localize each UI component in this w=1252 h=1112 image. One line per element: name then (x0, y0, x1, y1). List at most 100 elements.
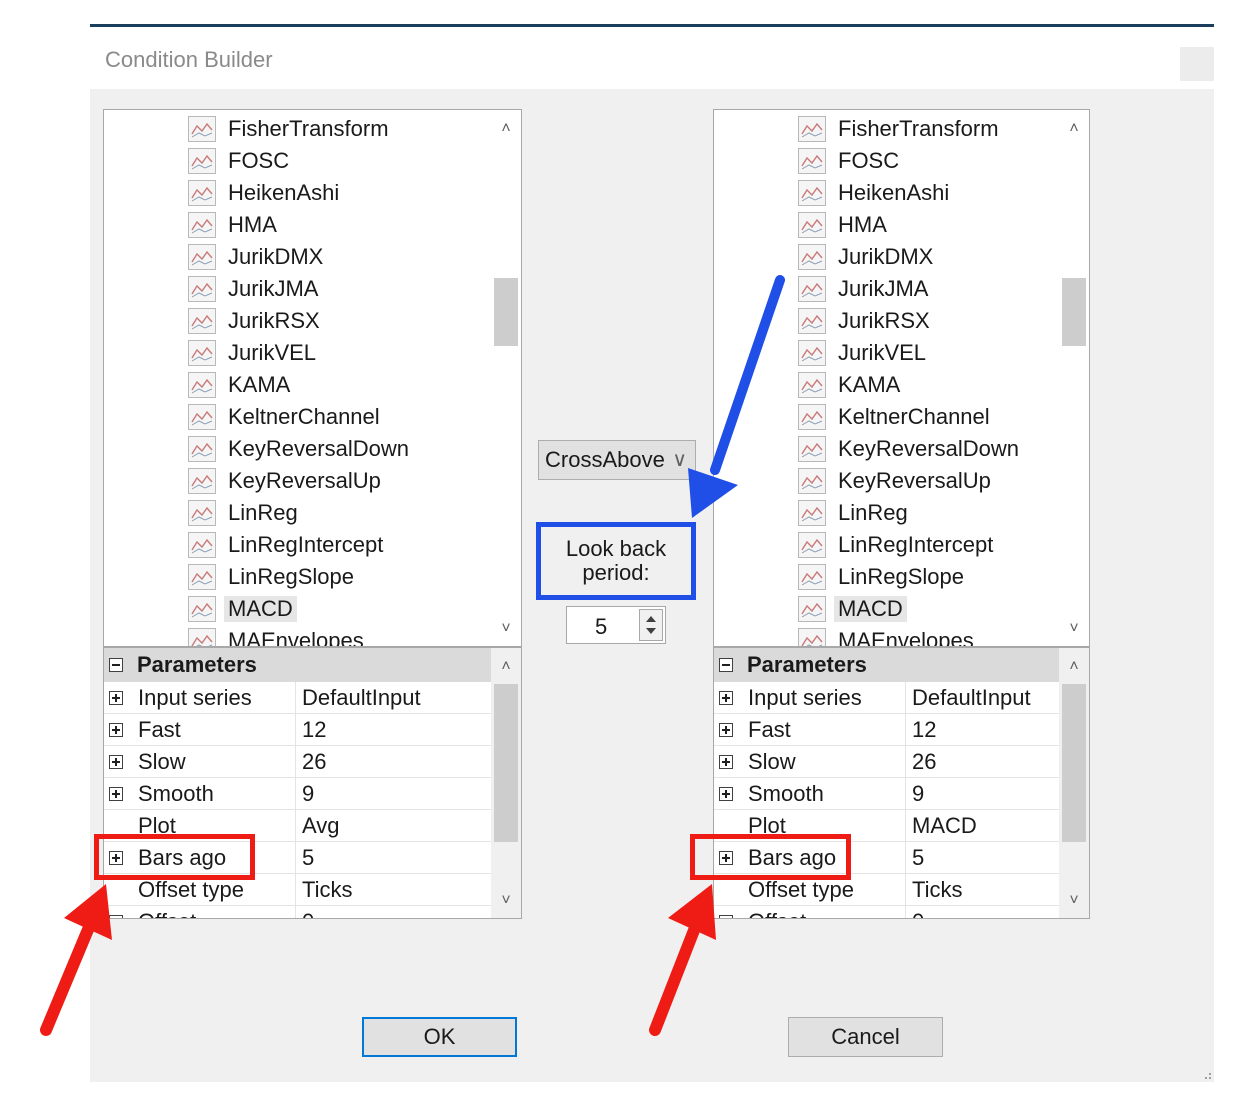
condition-dropdown[interactable]: CrossAbove ∨ (538, 440, 696, 480)
parameter-value[interactable]: DefaultInput (906, 685, 1031, 711)
left-list-scrollbar[interactable]: ˄ ˅ (491, 110, 521, 646)
parameter-row[interactable]: Input series DefaultInput (714, 682, 1059, 714)
parameter-row[interactable]: Smooth 9 (714, 778, 1059, 810)
parameter-row[interactable]: Slow 26 (104, 746, 491, 778)
scroll-thumb[interactable] (1062, 278, 1086, 346)
parameter-value[interactable]: Avg (296, 813, 340, 839)
indicator-item[interactable]: HeikenAshi (188, 178, 339, 208)
indicator-item[interactable]: HMA (798, 210, 887, 240)
indicator-item[interactable]: LinReg (798, 498, 908, 528)
indicator-item[interactable]: FOSC (188, 146, 289, 176)
parameter-row[interactable]: Offset0 (714, 906, 1059, 919)
parameter-row[interactable]: Slow 26 (714, 746, 1059, 778)
scroll-up-arrow-icon[interactable]: ˄ (1059, 652, 1089, 682)
parameter-value[interactable]: 12 (296, 717, 326, 743)
indicator-item[interactable]: LinRegSlope (798, 562, 964, 592)
cancel-button[interactable]: Cancel (788, 1017, 943, 1057)
parameter-value[interactable]: Ticks (296, 877, 353, 903)
close-button[interactable] (1180, 47, 1214, 81)
indicator-item[interactable]: JurikRSX (188, 306, 320, 336)
indicator-item[interactable]: LinRegSlope (188, 562, 354, 592)
indicator-item[interactable]: JurikDMX (188, 242, 323, 272)
scroll-up-arrow-icon[interactable]: ˄ (1059, 114, 1089, 144)
indicator-item[interactable]: MACD (798, 594, 907, 624)
collapse-icon[interactable] (719, 658, 733, 672)
expand-icon[interactable] (109, 754, 123, 769)
parameter-value[interactable]: DefaultInput (296, 685, 421, 711)
parameter-row[interactable]: Fast 12 (104, 714, 491, 746)
indicator-item[interactable]: MACD (188, 594, 297, 624)
indicator-item[interactable]: JurikVEL (188, 338, 316, 368)
parameter-value[interactable]: MACD (906, 813, 977, 839)
parameter-value[interactable]: 0 (906, 909, 924, 919)
indicator-item[interactable]: LinReg (188, 498, 298, 528)
parameter-value[interactable]: 9 (296, 781, 314, 807)
parameter-value[interactable]: 26 (296, 749, 326, 775)
expand-icon[interactable] (719, 690, 733, 705)
scroll-down-arrow-icon[interactable]: ˅ (1059, 886, 1089, 916)
parameter-row[interactable]: Fast 12 (714, 714, 1059, 746)
scroll-down-arrow-icon[interactable]: ˅ (491, 886, 521, 916)
indicator-item[interactable]: JurikDMX (798, 242, 933, 272)
scroll-down-arrow-icon[interactable]: ˅ (491, 614, 521, 644)
scroll-thumb[interactable] (494, 278, 518, 346)
expand-icon[interactable] (719, 914, 733, 918)
indicator-item[interactable]: KeltnerChannel (188, 402, 380, 432)
expand-icon[interactable] (109, 690, 123, 705)
indicator-item[interactable]: MAEnvelopes (798, 626, 974, 646)
indicator-item[interactable]: FOSC (798, 146, 899, 176)
parameters-header[interactable]: Parameters (714, 648, 1059, 682)
parameter-row[interactable]: Input series DefaultInput (104, 682, 491, 714)
stepper-up-icon[interactable] (646, 616, 656, 622)
indicator-item[interactable]: FisherTransform (188, 114, 389, 144)
scroll-down-arrow-icon[interactable]: ˅ (1059, 614, 1089, 644)
indicator-item[interactable]: LinRegIntercept (188, 530, 383, 560)
scroll-thumb[interactable] (1062, 684, 1086, 842)
scroll-thumb[interactable] (494, 684, 518, 842)
scroll-up-arrow-icon[interactable]: ˄ (491, 652, 521, 682)
parameter-value[interactable]: 0 (296, 909, 314, 919)
parameter-row[interactable]: Offset0 (104, 906, 491, 919)
scroll-up-arrow-icon[interactable]: ˄ (491, 114, 521, 144)
indicator-item[interactable]: KeltnerChannel (798, 402, 990, 432)
indicator-item[interactable]: KAMA (188, 370, 290, 400)
indicator-item[interactable]: JurikVEL (798, 338, 926, 368)
indicator-item[interactable]: HeikenAshi (798, 178, 949, 208)
parameter-value[interactable]: 26 (906, 749, 936, 775)
indicator-item[interactable]: JurikJMA (188, 274, 318, 304)
left-grid-scrollbar[interactable]: ˄ ˅ (491, 648, 521, 918)
indicator-item[interactable]: KeyReversalDown (798, 434, 1019, 464)
collapse-icon[interactable] (109, 658, 123, 672)
stepper-buttons[interactable] (639, 609, 663, 641)
ok-button[interactable]: OK (362, 1017, 517, 1057)
parameter-value[interactable]: 5 (296, 845, 314, 871)
parameter-value[interactable]: 9 (906, 781, 924, 807)
expand-icon[interactable] (719, 722, 733, 737)
expand-icon[interactable] (719, 786, 733, 801)
indicator-item[interactable]: KeyReversalDown (188, 434, 409, 464)
indicator-item[interactable]: KeyReversalUp (188, 466, 381, 496)
indicator-item[interactable]: FisherTransform (798, 114, 999, 144)
resize-grip-icon[interactable] (1202, 1070, 1212, 1080)
parameter-row[interactable]: Smooth 9 (104, 778, 491, 810)
right-list-scrollbar[interactable]: ˄ ˅ (1059, 110, 1089, 646)
parameter-value[interactable]: 12 (906, 717, 936, 743)
stepper-down-icon[interactable] (646, 628, 656, 634)
indicator-item[interactable]: LinRegIntercept (798, 530, 993, 560)
indicator-item[interactable]: JurikRSX (798, 306, 930, 336)
expand-icon[interactable] (109, 914, 123, 918)
indicator-item[interactable]: KAMA (798, 370, 900, 400)
lookback-period-value[interactable]: 5 (595, 614, 607, 640)
expand-icon[interactable] (109, 722, 123, 737)
indicator-item[interactable]: KeyReversalUp (798, 466, 991, 496)
indicator-item[interactable]: MAEnvelopes (188, 626, 364, 646)
parameter-value[interactable]: 5 (906, 845, 924, 871)
lookback-period-stepper[interactable]: 5 (566, 606, 666, 644)
expand-icon[interactable] (109, 786, 123, 801)
indicator-item[interactable]: JurikJMA (798, 274, 928, 304)
indicator-item[interactable]: HMA (188, 210, 277, 240)
right-indicator-list[interactable]: FisherTransform FOSC HeikenAshi HMA JurikDMX… (713, 109, 1090, 647)
expand-icon[interactable] (719, 754, 733, 769)
parameters-header[interactable]: Parameters (104, 648, 491, 682)
right-grid-scrollbar[interactable]: ˄ ˅ (1059, 648, 1089, 918)
